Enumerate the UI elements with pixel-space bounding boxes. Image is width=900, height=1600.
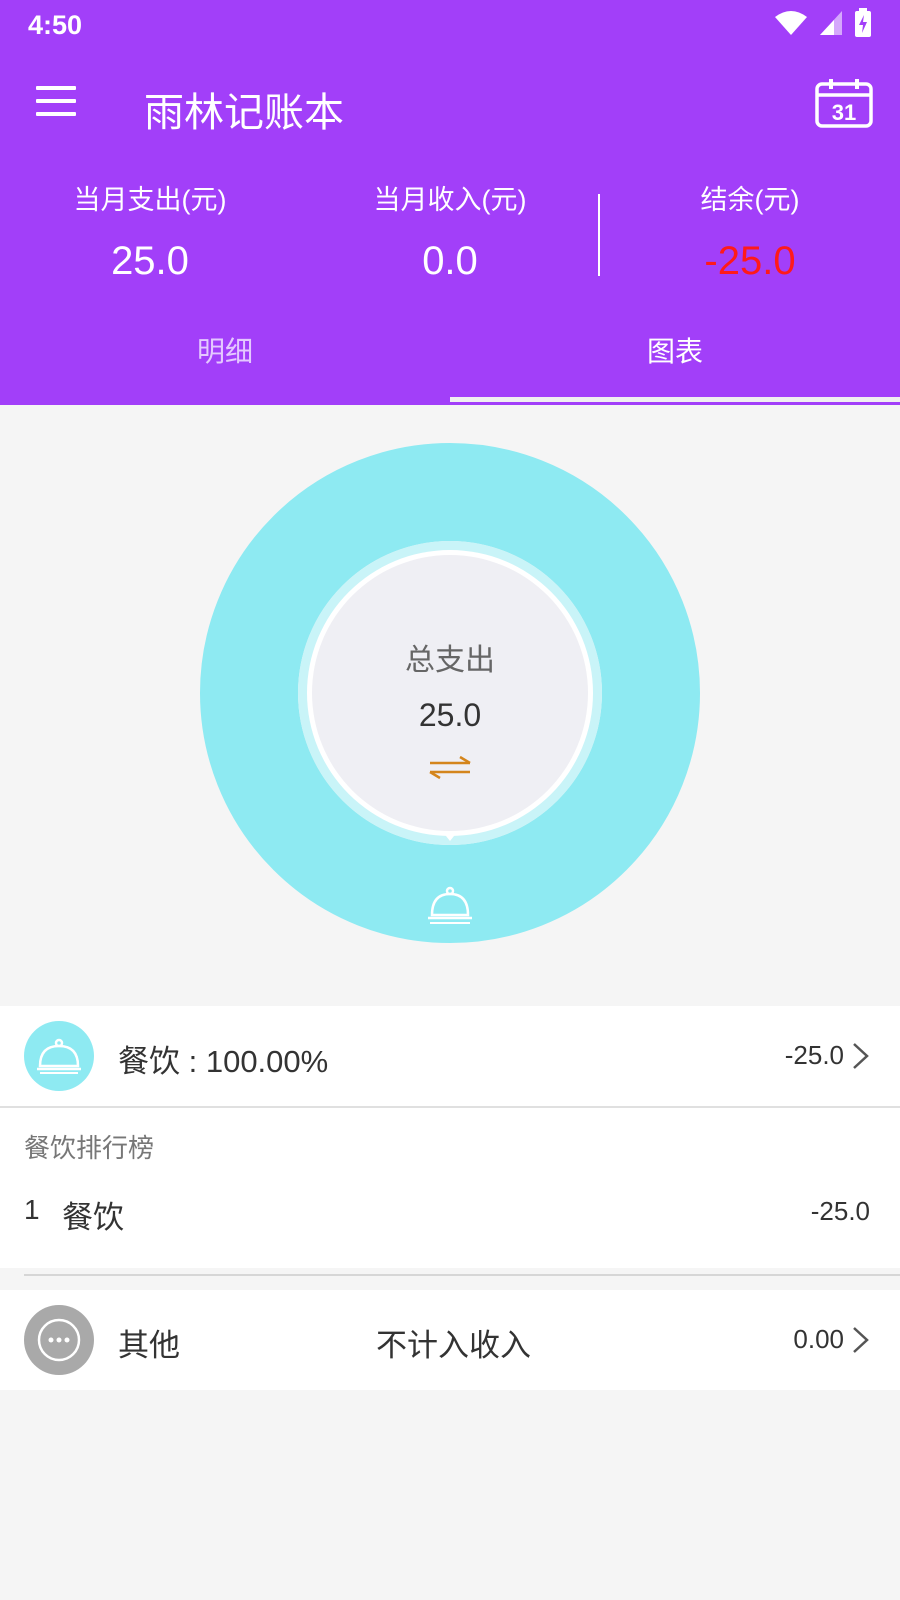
chart-center-disc — [312, 555, 588, 831]
rank-name: 餐饮 — [62, 1200, 124, 1235]
expense-summary: 当月支出(元) 25.0 — [50, 178, 250, 284]
category-amount: -25.0 — [784, 1040, 844, 1070]
chart-center-value: 25.0 — [418, 697, 482, 733]
status-icons — [774, 8, 872, 38]
other-label: 其他 — [118, 1328, 180, 1363]
svg-text:31: 31 — [832, 100, 856, 125]
balance-summary: 结余(元) -25.0 — [650, 178, 850, 284]
month-summary: 当月支出(元) 25.0 当月收入(元) 0.0 结余(元) -25.0 — [0, 178, 900, 288]
category-row[interactable]: 餐饮 : 100.00% -25.0 — [0, 1006, 900, 1108]
wifi-icon — [775, 11, 807, 35]
expense-chart: 总支出 25.0 — [0, 405, 900, 1005]
chevron-right-icon — [853, 1043, 869, 1069]
app-title: 雨林记账本 — [144, 91, 344, 135]
swap-icon[interactable] — [428, 755, 472, 781]
other-avatar — [24, 1305, 94, 1375]
chart-center-title: 总支出 — [405, 644, 495, 677]
other-amount: 0.00 — [793, 1324, 844, 1354]
menu-button[interactable] — [36, 86, 76, 118]
ranking-title: 餐饮排行榜 — [24, 1133, 155, 1163]
expense-value: 25.0 — [111, 239, 189, 283]
tab-indicator — [450, 397, 900, 402]
rank-amount: -25.0 — [810, 1196, 870, 1226]
signal-icon — [820, 11, 842, 35]
tab-bar: 明细 图表 — [0, 330, 900, 405]
tab-details[interactable]: 明细 — [0, 330, 450, 370]
more-dots-icon — [37, 1318, 81, 1362]
income-value: 0.0 — [422, 239, 478, 283]
menu-icon — [36, 86, 76, 90]
category-avatar — [24, 1021, 94, 1091]
category-label: 餐饮 : 100.00% — [118, 1044, 329, 1079]
rank-number: 1 — [24, 1194, 40, 1225]
battery-icon — [855, 8, 871, 37]
cloche-icon — [37, 1038, 81, 1074]
income-label: 当月收入(元) — [373, 185, 527, 215]
chevron-right-icon — [853, 1327, 869, 1353]
ranking-item[interactable]: 1 餐饮 -25.0 — [24, 1174, 900, 1276]
app-header: 4:50 雨林记账本 31 当月支出(元) 25.0 当月收入(元) 0.0 结… — [0, 0, 900, 405]
status-time: 4:50 — [28, 10, 83, 40]
calendar-icon[interactable]: 31 — [815, 78, 873, 128]
cloche-icon — [428, 886, 472, 924]
tab-chart[interactable]: 图表 — [450, 330, 900, 370]
other-row[interactable]: 其他 不计入收入 0.00 — [0, 1290, 900, 1390]
balance-value: -25.0 — [704, 239, 796, 283]
ranking-section: 餐饮排行榜 1 餐饮 -25.0 — [0, 1108, 900, 1276]
other-note: 不计入收入 — [376, 1328, 531, 1363]
balance-label: 结余(元) — [700, 185, 800, 215]
income-summary: 当月收入(元) 0.0 — [350, 178, 550, 284]
summary-divider — [598, 194, 600, 276]
expense-label: 当月支出(元) — [73, 185, 227, 215]
